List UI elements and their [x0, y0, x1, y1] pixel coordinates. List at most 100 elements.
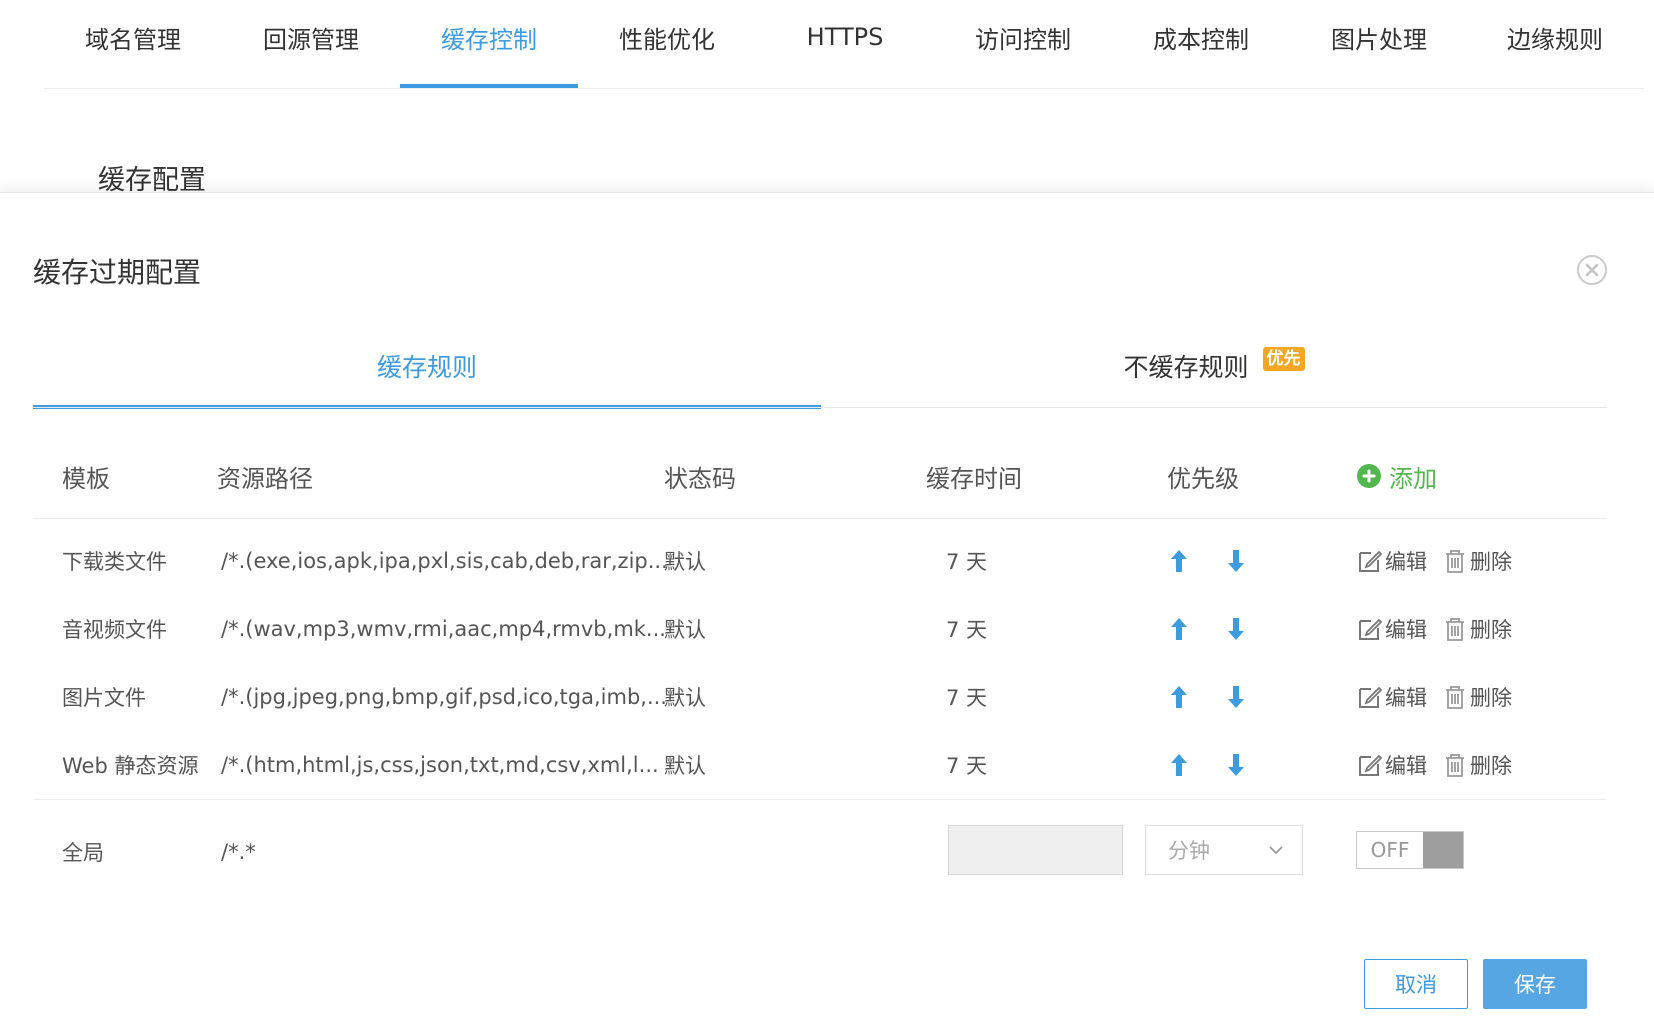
- move-up-button[interactable]: [1167, 731, 1191, 799]
- add-rule-button[interactable]: 添加: [1357, 433, 1437, 519]
- row-path: /*.(jpg,jpeg,png,bmp,gif,psd,ico,tga,imb…: [221, 685, 667, 709]
- toggle-knob: [1423, 832, 1463, 868]
- rule-tabs: 缓存规则 不缓存规则 优先: [33, 323, 1607, 409]
- arrow-down-icon: [1224, 616, 1248, 642]
- row-status-code: 默认: [664, 686, 706, 710]
- row-cache-time: 7 天: [946, 686, 988, 710]
- arrow-up-icon: [1167, 548, 1191, 574]
- move-down-button[interactable]: [1224, 731, 1248, 799]
- modal-title: 缓存过期配置: [33, 256, 202, 289]
- edit-button[interactable]: 编辑: [1357, 663, 1427, 731]
- arrow-up-icon: [1167, 616, 1191, 642]
- add-rule-label: 添加: [1389, 464, 1437, 493]
- nav-tab-cost[interactable]: 成本控制: [1112, 0, 1290, 88]
- header-path: 资源路径: [217, 464, 313, 493]
- nav-tab-origin[interactable]: 回源管理: [222, 0, 400, 88]
- table-header: 模板 资源路径 状态码 缓存时间 优先级 添加: [33, 433, 1607, 519]
- delete-button[interactable]: 删除: [1442, 527, 1512, 595]
- delete-button[interactable]: 删除: [1442, 731, 1512, 799]
- table-row: 图片文件 /*.(jpg,jpeg,png,bmp,gif,psd,ico,tg…: [33, 663, 1607, 731]
- edit-icon: [1359, 686, 1383, 708]
- delete-button[interactable]: 删除: [1442, 663, 1512, 731]
- move-up-button[interactable]: [1167, 595, 1191, 663]
- table-divider: [33, 799, 1607, 800]
- delete-label: 删除: [1470, 686, 1512, 710]
- move-down-button[interactable]: [1224, 527, 1248, 595]
- cache-expiry-modal: 缓存过期配置 缓存规则 不缓存规则 优先 模板 资源路径 状态码 缓存时间 优先…: [0, 192, 1654, 1024]
- plus-circle-icon: [1357, 464, 1381, 488]
- row-cache-time: 7 天: [946, 550, 988, 574]
- arrow-up-icon: [1167, 684, 1191, 710]
- edit-icon: [1359, 618, 1383, 640]
- trash-icon: [1446, 686, 1464, 709]
- row-status-code: 默认: [664, 754, 706, 778]
- save-button[interactable]: 保存: [1483, 959, 1587, 1009]
- trash-icon: [1446, 618, 1464, 641]
- row-path: /*.(exe,ios,apk,ipa,pxl,sis,cab,deb,rar,…: [221, 549, 668, 573]
- move-down-button[interactable]: [1224, 595, 1248, 663]
- move-down-button[interactable]: [1224, 663, 1248, 731]
- row-template: 音视频文件: [62, 618, 167, 642]
- nav-tab-image[interactable]: 图片处理: [1290, 0, 1468, 88]
- toggle-label: OFF: [1357, 832, 1423, 868]
- nav-tab-https[interactable]: HTTPS: [756, 0, 934, 88]
- nav-tab-cache[interactable]: 缓存控制: [400, 0, 578, 88]
- global-template: 全局: [62, 841, 104, 865]
- header-status-code: 状态码: [664, 464, 736, 493]
- row-status-code: 默认: [664, 618, 706, 642]
- arrow-down-icon: [1224, 684, 1248, 710]
- delete-label: 删除: [1470, 618, 1512, 642]
- row-template: 图片文件: [62, 686, 146, 710]
- table-row: Web 静态资源 /*.(htm,html,js,css,json,txt,md…: [33, 731, 1607, 799]
- row-template: 下载类文件: [62, 550, 167, 574]
- tab-no-cache-rules[interactable]: 不缓存规则 优先: [821, 323, 1607, 408]
- table-row: 下载类文件 /*.(exe,ios,apk,ipa,pxl,sis,cab,de…: [33, 527, 1607, 595]
- edit-label: 编辑: [1385, 754, 1427, 778]
- row-cache-time: 7 天: [946, 618, 988, 642]
- nav-tab-domain[interactable]: 域名管理: [44, 0, 222, 88]
- priority-badge: 优先: [1262, 346, 1305, 371]
- delete-button[interactable]: 删除: [1442, 595, 1512, 663]
- global-cache-time-input[interactable]: [948, 825, 1123, 875]
- trash-icon: [1446, 754, 1464, 777]
- edit-label: 编辑: [1385, 550, 1427, 574]
- top-nav: 域名管理 回源管理 缓存控制 性能优化 HTTPS 访问控制 成本控制 图片处理…: [0, 0, 1654, 90]
- time-unit-select[interactable]: 分钟: [1145, 825, 1303, 875]
- move-up-button[interactable]: [1167, 527, 1191, 595]
- header-priority: 优先级: [1167, 464, 1239, 493]
- arrow-down-icon: [1224, 548, 1248, 574]
- edit-icon: [1359, 550, 1383, 572]
- close-icon[interactable]: [1577, 255, 1607, 285]
- tabs-divider: [33, 407, 1607, 408]
- edit-button[interactable]: 编辑: [1357, 731, 1427, 799]
- header-template: 模板: [62, 464, 110, 493]
- arrow-up-icon: [1167, 752, 1191, 778]
- edit-icon: [1359, 754, 1383, 776]
- row-template: Web 静态资源: [62, 754, 199, 778]
- tab-cache-rules[interactable]: 缓存规则: [33, 323, 821, 409]
- tab-no-cache-rules-label: 不缓存规则: [1123, 352, 1249, 382]
- row-path: /*.(wav,mp3,wmv,rmi,aac,mp4,rmvb,mk...: [221, 617, 666, 641]
- nav-divider: [44, 88, 1644, 89]
- edit-button[interactable]: 编辑: [1357, 527, 1427, 595]
- global-rule-row: 全局 /*.* 分钟 OFF: [33, 825, 1607, 879]
- move-up-button[interactable]: [1167, 663, 1191, 731]
- global-path: /*.*: [221, 840, 256, 864]
- time-unit-value: 分钟: [1168, 839, 1210, 863]
- cancel-button[interactable]: 取消: [1364, 959, 1468, 1009]
- nav-tab-performance[interactable]: 性能优化: [578, 0, 756, 88]
- table-row: 音视频文件 /*.(wav,mp3,wmv,rmi,aac,mp4,rmvb,m…: [33, 595, 1607, 663]
- tab-cache-rules-label: 缓存规则: [376, 352, 477, 382]
- row-path: /*.(htm,html,js,css,json,txt,md,csv,xml,…: [221, 753, 659, 777]
- nav-tab-edge[interactable]: 边缘规则: [1466, 0, 1644, 88]
- edit-label: 编辑: [1385, 686, 1427, 710]
- edit-button[interactable]: 编辑: [1357, 595, 1427, 663]
- global-toggle[interactable]: OFF: [1356, 831, 1464, 869]
- delete-label: 删除: [1470, 754, 1512, 778]
- nav-tab-access[interactable]: 访问控制: [934, 0, 1112, 88]
- edit-label: 编辑: [1385, 618, 1427, 642]
- row-cache-time: 7 天: [946, 754, 988, 778]
- trash-icon: [1446, 550, 1464, 573]
- chevron-down-icon: [1269, 846, 1283, 855]
- delete-label: 删除: [1470, 550, 1512, 574]
